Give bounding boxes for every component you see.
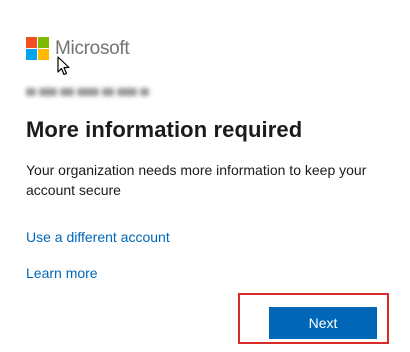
page-title: More information required [26, 117, 303, 142]
page-description: Your organization needs more information… [26, 162, 367, 198]
use-different-account-link[interactable]: Use a different account [26, 227, 170, 247]
microsoft-logo-icon [26, 37, 49, 60]
microsoft-brand: Microsoft [26, 37, 130, 60]
learn-more-link[interactable]: Learn more [26, 263, 98, 283]
mouse-pointer-icon [57, 56, 70, 76]
next-button[interactable]: Next [269, 307, 377, 339]
account-email-redacted [26, 86, 158, 98]
signin-card: Microsoft More information required Your… [0, 0, 410, 352]
